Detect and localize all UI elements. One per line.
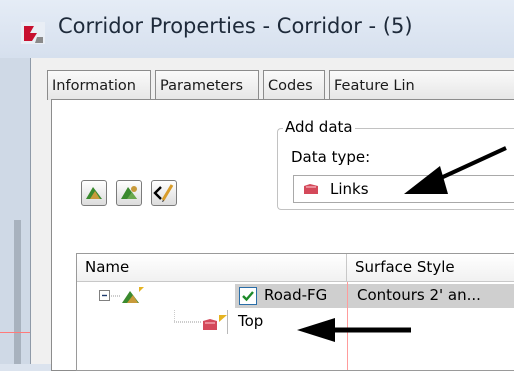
background-window-edge bbox=[14, 220, 21, 364]
data-type-label: Data type: bbox=[291, 148, 371, 166]
add-surface-alt-icon bbox=[121, 186, 137, 199]
add-surface-icon bbox=[86, 187, 102, 199]
add-surface-alt-button[interactable] bbox=[116, 180, 142, 206]
window-title: Corridor Properties - Corridor - (5) bbox=[58, 14, 413, 38]
column-header-surface-style-label: Surface Style bbox=[355, 258, 455, 276]
tab-information[interactable]: Information bbox=[47, 70, 151, 100]
surface-style-cell: Contours 2' an... bbox=[357, 286, 481, 304]
title-bar[interactable]: Corridor Properties - Corridor - (5) bbox=[0, 0, 514, 58]
table-row[interactable]: Road-FG Contours 2' an... bbox=[77, 284, 514, 308]
checkbox[interactable] bbox=[239, 287, 257, 305]
column-header-name-label: Name bbox=[85, 258, 130, 276]
civil3d-app-icon bbox=[21, 22, 45, 44]
edit-code-button[interactable] bbox=[151, 180, 177, 206]
boundary-name-text: Top bbox=[238, 312, 264, 330]
tree-connector bbox=[111, 295, 121, 297]
tab-codes-label: Codes bbox=[268, 78, 313, 94]
tab-parameters[interactable]: Parameters bbox=[155, 70, 259, 100]
add-data-group-label: Add data bbox=[283, 118, 355, 136]
annotation-arrow-datatype bbox=[404, 146, 507, 194]
tab-feature-lines-label: Feature Lin bbox=[334, 78, 415, 94]
tab-parameters-label: Parameters bbox=[160, 78, 243, 94]
collapse-toggle-icon[interactable] bbox=[99, 290, 110, 301]
column-header-surface-style[interactable]: Surface Style bbox=[347, 254, 514, 282]
column-header-name[interactable]: Name bbox=[77, 254, 347, 282]
tree-connector bbox=[174, 310, 202, 323]
surface-icon bbox=[122, 287, 144, 303]
annotation-arrow-top bbox=[297, 318, 411, 342]
links-icon bbox=[203, 315, 227, 330]
add-surface-button[interactable] bbox=[81, 180, 107, 206]
tab-codes[interactable]: Codes bbox=[263, 70, 325, 100]
surface-name-cell: Road-FG bbox=[264, 286, 328, 304]
links-icon bbox=[304, 184, 318, 194]
dialog-body: Information Parameters Codes Feature Lin… bbox=[30, 58, 514, 371]
background-divider bbox=[0, 332, 30, 333]
edit-code-icon bbox=[153, 184, 174, 202]
tab-feature-lines[interactable]: Feature Lin bbox=[329, 70, 514, 100]
data-type-value: Links bbox=[330, 180, 369, 198]
surfaces-grid: Name Surface Style Road-FG Contours 2' a… bbox=[76, 253, 514, 371]
tab-information-label: Information bbox=[52, 78, 136, 94]
